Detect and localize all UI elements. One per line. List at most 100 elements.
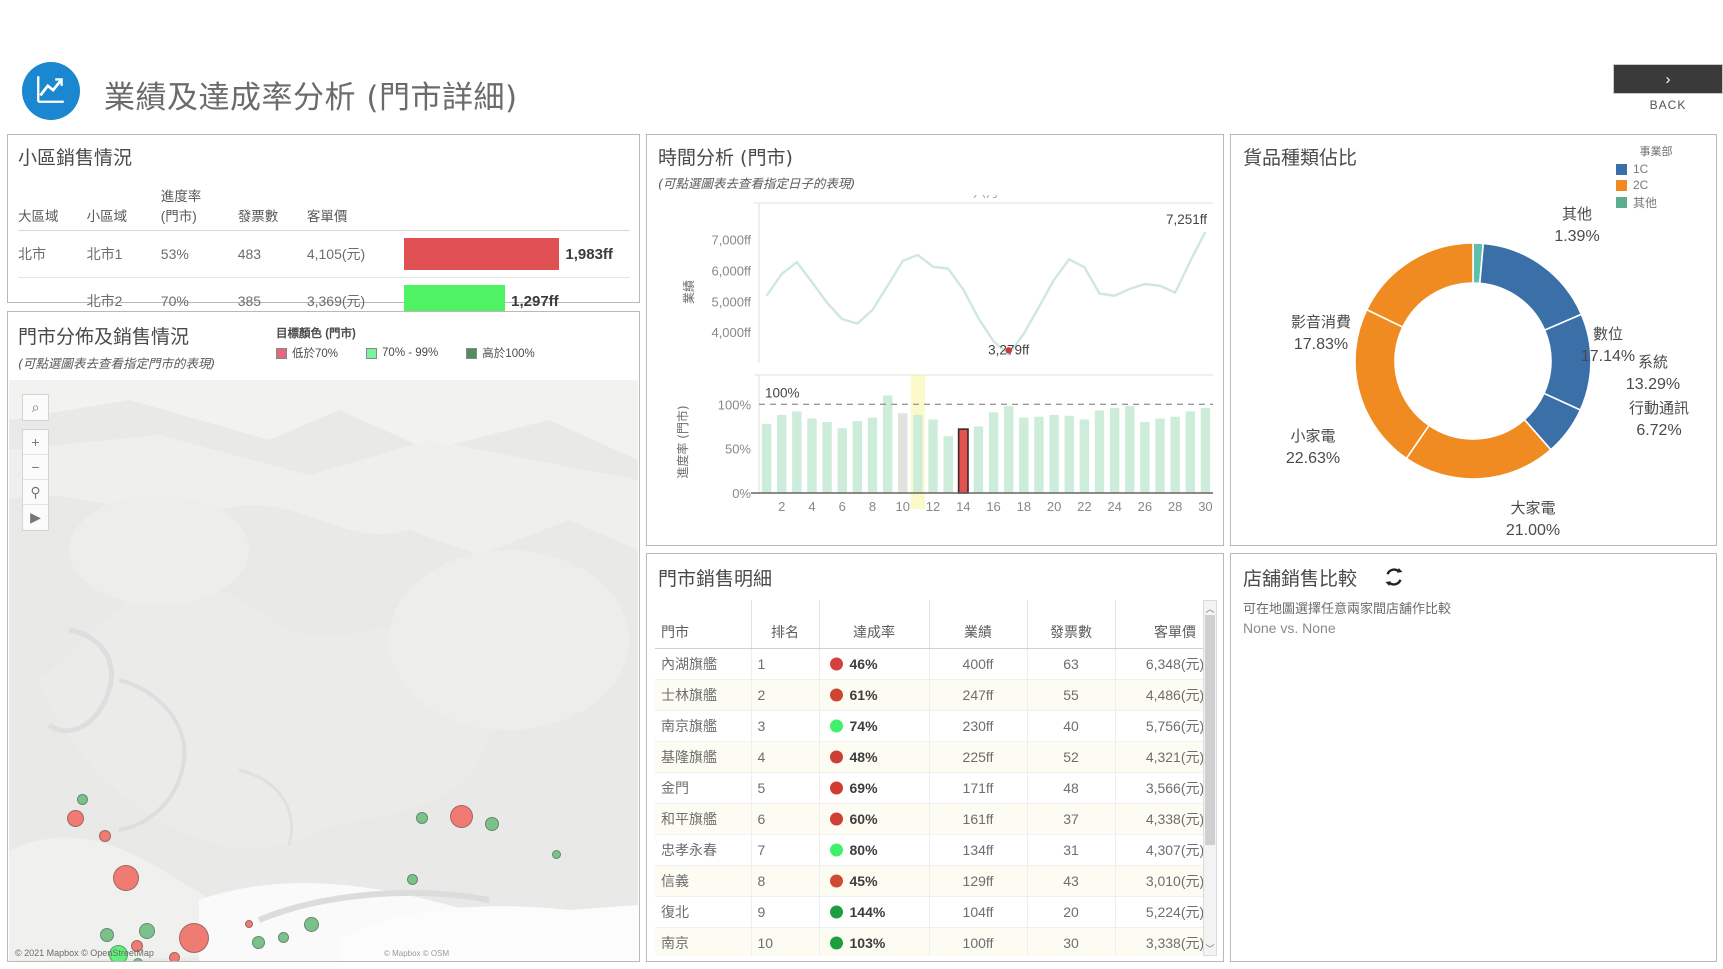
svg-text:業績: 業績 bbox=[682, 280, 696, 304]
map-store-marker[interactable] bbox=[304, 917, 319, 932]
legend-label: 低於70% bbox=[292, 348, 339, 360]
store-detail-title: 門市銷售明細 bbox=[658, 568, 773, 590]
chevron-right-icon: › bbox=[1665, 70, 1671, 88]
cell-store: 南京旗艦 bbox=[655, 710, 752, 742]
cell-avg: 4,105(元) bbox=[306, 246, 366, 262]
area-sales-table: 大區域 小區域 進度率 (門市) 發票數 客單價 北市 北市1 53% 483 … bbox=[18, 185, 630, 324]
map-store-marker[interactable] bbox=[416, 812, 428, 824]
store-map-subtitle: (可點選圖表去查看指定門市的表現) bbox=[18, 356, 216, 371]
svg-text:1.39%: 1.39% bbox=[1554, 228, 1599, 245]
play-icon[interactable]: ▶ bbox=[23, 505, 48, 530]
map-legend-title: 目標顏色 (門市) bbox=[276, 328, 356, 340]
map-store-marker[interactable] bbox=[139, 923, 155, 939]
map-canvas[interactable]: 金門 金門山外 ⌕ + − ⚲ ▶ © 2021 Mapbox © OpenSt… bbox=[9, 380, 638, 961]
store-compare-subtitle: 可在地圖選擇任意兩家間店舖作比較 bbox=[1243, 602, 1452, 617]
svg-text:7,000ff: 7,000ff bbox=[711, 233, 751, 248]
cell-achievement-rate: 61% bbox=[819, 679, 930, 711]
table-row[interactable]: 南京 10 103% 100ff 30 3,338(元) bbox=[655, 927, 1217, 956]
cell-rank: 4 bbox=[751, 741, 820, 773]
map-legend: 目標顏色 (門市) 低於70% 70% - 99% 高於100% bbox=[276, 325, 626, 361]
svg-text:4,000ff: 4,000ff bbox=[711, 325, 751, 340]
store-detail-table-wrapper[interactable]: 門市 排名 達成率 業績 發票數 客單價 內湖旗艦 1 46% 400ff 63 6,348(元) 士… bbox=[655, 600, 1217, 956]
search-icon[interactable]: ⌕ bbox=[23, 395, 48, 420]
map-store-marker[interactable] bbox=[485, 817, 499, 831]
table-row[interactable]: 北市 北市1 53% 483 4,105(元) 1,983ff bbox=[18, 231, 630, 278]
map-store-marker[interactable] bbox=[552, 850, 561, 859]
map-store-marker[interactable] bbox=[113, 865, 139, 891]
scroll-down-icon[interactable]: ﹀ bbox=[1204, 941, 1216, 955]
map-store-marker[interactable] bbox=[67, 810, 84, 827]
svg-text:24: 24 bbox=[1107, 499, 1121, 514]
svg-text:18: 18 bbox=[1017, 499, 1031, 514]
map-store-marker[interactable] bbox=[450, 805, 473, 828]
svg-text:17.14%: 17.14% bbox=[1581, 348, 1635, 365]
map-store-marker[interactable] bbox=[133, 958, 143, 961]
status-dot bbox=[829, 905, 843, 919]
col-invoice-count: 發票數 bbox=[237, 185, 307, 231]
sales-bar bbox=[404, 238, 560, 270]
table-row[interactable]: 士林旗艦 2 61% 247ff 55 4,486(元) bbox=[655, 679, 1217, 711]
svg-text:進度率 (門市): 進度率 (門市) bbox=[675, 405, 690, 478]
cell-store: 和平旗艦 bbox=[655, 803, 752, 835]
cell-store: 基隆旗艦 bbox=[655, 741, 752, 773]
map-store-marker[interactable] bbox=[245, 920, 253, 928]
zoom-in-icon[interactable]: + bbox=[23, 430, 48, 455]
table-row[interactable]: 基隆旗艦 4 48% 225ff 52 4,321(元) bbox=[655, 741, 1217, 773]
cell-achievement-rate: 60% bbox=[819, 803, 930, 835]
table-row[interactable]: 忠孝永春 7 80% 134ff 31 4,307(元) bbox=[655, 834, 1217, 866]
status-dot bbox=[829, 936, 843, 950]
category-share-title: 貨品種類佔比 bbox=[1243, 147, 1358, 169]
col-progress-rate: 進度率 (門市) bbox=[160, 185, 238, 231]
cell-avg-ticket: 3,338(元) bbox=[1115, 927, 1217, 956]
cell-rank: 10 bbox=[751, 927, 820, 956]
legend-item-1c[interactable]: 1C bbox=[1606, 162, 1706, 176]
scrollbar-thumb[interactable] bbox=[1205, 615, 1215, 845]
table-row[interactable]: 和平旗艦 6 60% 161ff 37 4,338(元) bbox=[655, 803, 1217, 835]
cell-rank: 1 bbox=[751, 648, 820, 680]
cell-avg-ticket: 4,486(元) bbox=[1115, 679, 1217, 711]
time-analysis-chart[interactable]: 六月4,000ff5,000ff6,000ff7,000ff業績3,279ff7… bbox=[647, 195, 1223, 545]
store-map-title: 門市分佈及銷售情況 bbox=[18, 326, 190, 348]
map-store-marker[interactable] bbox=[407, 874, 418, 885]
app-logo bbox=[22, 62, 80, 120]
map-zoom-group[interactable]: + − ⚲ ▶ bbox=[22, 429, 49, 531]
refresh-icon[interactable] bbox=[1383, 566, 1405, 588]
col-avg: 客單價 bbox=[1115, 600, 1217, 649]
time-analysis-title: 時間分析 (門市) bbox=[658, 147, 793, 169]
cell-sales: 104ff bbox=[929, 896, 1028, 928]
col-sales-bar bbox=[404, 185, 630, 231]
map-store-marker[interactable] bbox=[179, 923, 209, 953]
map-store-marker[interactable] bbox=[77, 794, 88, 805]
zoom-out-icon[interactable]: − bbox=[23, 455, 48, 480]
table-row[interactable]: 南京旗艦 3 74% 230ff 40 5,756(元) bbox=[655, 710, 1217, 742]
legend-item-70-99[interactable]: 70% - 99% bbox=[366, 345, 438, 361]
scroll-up-icon[interactable]: ︿ bbox=[1204, 601, 1216, 615]
cell-avg-ticket: 5,756(元) bbox=[1115, 710, 1217, 742]
map-search-group[interactable]: ⌕ bbox=[22, 394, 49, 421]
table-row[interactable]: 信義 8 45% 129ff 43 3,010(元) bbox=[655, 865, 1217, 897]
map-store-marker[interactable] bbox=[169, 952, 180, 961]
legend-swatch bbox=[366, 347, 378, 359]
map-store-marker[interactable] bbox=[99, 830, 111, 842]
svg-text:14: 14 bbox=[956, 499, 970, 514]
map-store-marker[interactable] bbox=[252, 936, 265, 949]
table-row[interactable]: 金門 5 69% 171ff 48 3,566(元) bbox=[655, 772, 1217, 804]
cell-avg-ticket: 6,348(元) bbox=[1115, 648, 1217, 680]
map-store-marker[interactable] bbox=[100, 928, 114, 942]
svg-text:26: 26 bbox=[1138, 499, 1152, 514]
cell-rank: 7 bbox=[751, 834, 820, 866]
status-dot bbox=[829, 750, 843, 764]
legend-item-below70[interactable]: 低於70% bbox=[276, 345, 338, 361]
map-controls[interactable]: ⌕ + − ⚲ ▶ bbox=[22, 394, 49, 539]
table-scrollbar[interactable]: ︿ ﹀ bbox=[1203, 600, 1217, 956]
pin-icon[interactable]: ⚲ bbox=[23, 480, 48, 505]
legend-item-above100[interactable]: 高於100% bbox=[466, 345, 535, 361]
map-store-marker[interactable] bbox=[278, 932, 289, 943]
col-sales: 業績 bbox=[929, 600, 1028, 649]
category-donut-chart[interactable]: 其他 1.39% 數位 17.14% 系統 13.29% 行動通訊 6.72% 大家電 21.00… bbox=[1231, 183, 1716, 543]
store-compare-panel: 店舖銷售比較 可在地圖選擇任意兩家間店舖作比較 None vs. None bbox=[1230, 553, 1717, 962]
back-button[interactable]: › bbox=[1613, 64, 1723, 94]
table-row[interactable]: 內湖旗艦 1 46% 400ff 63 6,348(元) bbox=[655, 648, 1217, 680]
legend-swatch bbox=[276, 347, 287, 359]
table-row[interactable]: 復北 9 144% 104ff 20 5,224(元) bbox=[655, 896, 1217, 928]
